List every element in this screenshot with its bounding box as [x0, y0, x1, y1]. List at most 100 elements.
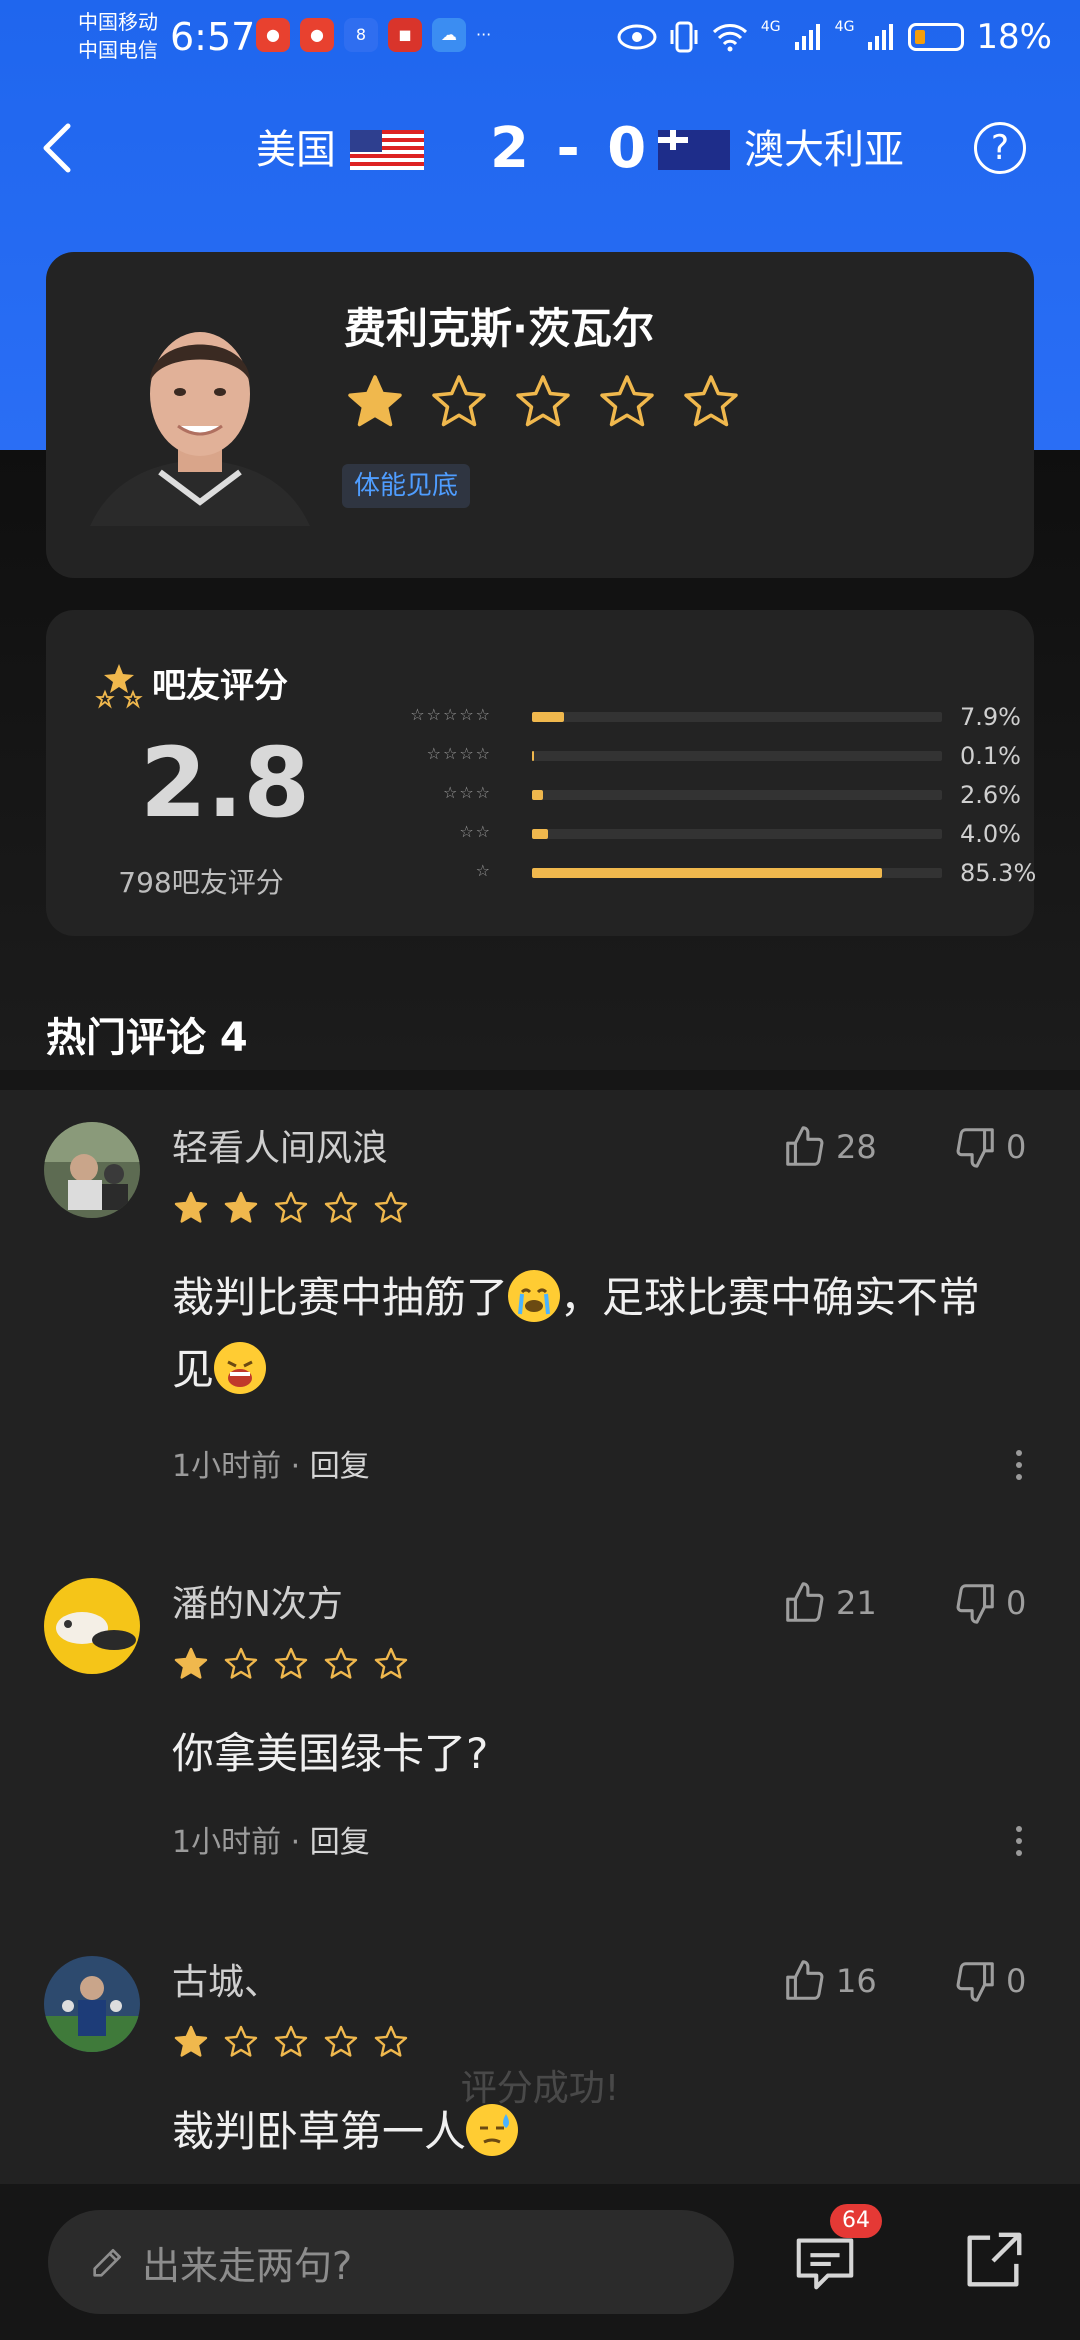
- star-filled-icon[interactable]: [344, 372, 406, 432]
- share-icon: [967, 2232, 1022, 2287]
- australia-flag-icon: [658, 130, 730, 170]
- distribution-row-3: ☆☆☆ 2.6%: [346, 780, 1026, 819]
- star-outline-icon[interactable]: [680, 372, 742, 432]
- thumbs-up-icon: [786, 1582, 824, 1622]
- bank-icon: ◼: [388, 18, 422, 52]
- dislike-button[interactable]: 0: [952, 1580, 1026, 1626]
- distribution-fill: [532, 868, 882, 878]
- distribution-fill: [532, 829, 549, 839]
- battery-percent: 18%: [976, 17, 1052, 57]
- distribution-percent: 85.3%: [960, 859, 1037, 887]
- comment-list[interactable]: 轻看人间风浪 28 0 裁判比赛中抽筋了 ，足球比赛中确实不常见 1小时前 · 回…: [0, 1090, 1080, 2184]
- weather-icon: ☁: [432, 18, 466, 52]
- comment-item: 古城、 16 0 裁判卧草第一人: [0, 1924, 1080, 2184]
- star-outline-icon: [274, 1647, 308, 1679]
- more-options-button[interactable]: [1016, 1826, 1024, 1862]
- dot-separator: ·: [290, 1825, 310, 1860]
- notification-icons: ● ● 8 ◼ ☁ ···: [256, 18, 491, 52]
- distribution-percent: 0.1%: [960, 742, 1021, 770]
- dislike-button[interactable]: 0: [952, 1958, 1026, 2004]
- like-button[interactable]: 21: [782, 1580, 877, 1626]
- more-options-button[interactable]: [1016, 1450, 1024, 1486]
- star-filled-icon: [174, 1191, 208, 1223]
- toast-message: 评分成功!: [460, 2068, 620, 2109]
- player-card: 费利克斯·茨瓦尔 体能见底: [46, 252, 1034, 578]
- distribution-row-5: ☆☆☆☆☆ 7.9%: [346, 702, 1026, 741]
- player-tag: 体能见底: [342, 464, 471, 508]
- star-outline-icon: [374, 1191, 408, 1223]
- thumbs-down-icon: [956, 1584, 994, 1624]
- distribution-bar: [532, 829, 942, 839]
- weibo-icon: ●: [300, 18, 334, 52]
- distribution-stars: ☆☆: [459, 822, 492, 841]
- comment-rating-stars: [172, 1646, 410, 1682]
- stars-cluster-icon: [95, 664, 143, 709]
- fan-rating-header: 吧友评分: [94, 662, 288, 710]
- distribution-row-1: ☆ 85.3%: [346, 858, 1037, 897]
- match-score: 2 - 0: [490, 116, 651, 181]
- star-outline-icon: [274, 1191, 308, 1223]
- like-button[interactable]: 28: [782, 1124, 877, 1170]
- comment-text: 你拿美国绿卡了?: [172, 1718, 1012, 1790]
- star-filled-icon: [174, 1647, 208, 1679]
- dislike-button[interactable]: 0: [952, 1124, 1026, 1170]
- star-outline-icon[interactable]: [596, 372, 658, 432]
- comment-username[interactable]: 轻看人间风浪: [172, 1124, 388, 1174]
- player-name: 费利克斯·茨瓦尔: [344, 304, 654, 353]
- chevron-left-icon: [43, 123, 71, 173]
- fan-rating-title: 吧友评分: [152, 666, 288, 706]
- distribution-bar: [532, 868, 942, 878]
- carrier-labels: 中国移动 中国电信: [78, 8, 158, 64]
- distribution-stars: ☆: [475, 861, 492, 880]
- comment-username[interactable]: 古城、: [172, 1958, 280, 2008]
- distribution-stars: ☆☆☆☆☆: [410, 705, 492, 724]
- comment-text-part: 裁判卧草第一人: [172, 2107, 467, 2156]
- avatar[interactable]: [44, 1956, 140, 2052]
- grinning-face-emoji-icon: [214, 1342, 267, 1394]
- comment-username[interactable]: 潘的N次方: [172, 1580, 343, 1630]
- distribution-bar: [532, 712, 942, 722]
- comment-input[interactable]: 出来走两句?: [48, 2210, 734, 2314]
- star-outline-icon: [224, 1647, 258, 1679]
- like-button[interactable]: 16: [782, 1958, 877, 2004]
- like-count: 16: [836, 1962, 877, 2000]
- help-button[interactable]: ?: [974, 122, 1026, 174]
- star-outline-icon: [324, 1191, 358, 1223]
- thumbs-up-icon: [786, 1960, 824, 2000]
- battery-icon: [908, 23, 965, 51]
- distribution-percent: 4.0%: [960, 820, 1021, 848]
- comment-text-part: 裁判比赛中抽筋了: [172, 1273, 509, 1322]
- home-team-name: 美国: [256, 127, 336, 173]
- distribution-bar: [532, 751, 942, 761]
- player-rating-stars[interactable]: [344, 372, 742, 432]
- comment-text: 裁判比赛中抽筋了 ，足球比赛中确实不常见: [172, 1262, 1012, 1406]
- star-outline-icon[interactable]: [428, 372, 490, 432]
- star-filled-icon: [174, 2025, 208, 2057]
- status-right: 4G 4G 18%: [617, 12, 1052, 62]
- avatar[interactable]: [44, 1578, 140, 1674]
- comment-item: 轻看人间风浪 28 0 裁判比赛中抽筋了 ，足球比赛中确实不常见 1小时前 · 回…: [0, 1090, 1080, 1546]
- distribution-fill: [532, 751, 535, 761]
- reply-button[interactable]: 回复: [310, 1825, 370, 1860]
- network-label-2: 4G: [834, 19, 855, 35]
- share-button[interactable]: [958, 2226, 1028, 2296]
- comment-rating-stars: [172, 1190, 410, 1226]
- clock: 6:57: [170, 15, 256, 59]
- reply-button[interactable]: 回复: [310, 1449, 370, 1484]
- comment-meta: 1小时前 · 回复: [172, 1822, 370, 1864]
- star-outline-icon[interactable]: [512, 372, 574, 432]
- avatar[interactable]: [44, 1122, 140, 1218]
- back-button[interactable]: [30, 118, 90, 178]
- average-score: 2.8: [140, 727, 311, 839]
- carrier-1: 中国移动: [78, 10, 158, 34]
- star-outline-icon: [324, 2025, 358, 2057]
- eye-icon: [617, 24, 657, 50]
- distribution-percent: 2.6%: [960, 781, 1021, 809]
- star-outline-icon: [274, 2025, 308, 2057]
- star-outline-icon: [374, 2025, 408, 2057]
- rating-distribution: ☆☆☆☆☆ 7.9% ☆☆☆☆ 0.1% ☆☆☆ 2.6% ☆☆ 4.0% ☆ …: [346, 702, 1037, 897]
- dislike-count: 0: [1006, 1962, 1027, 2000]
- away-team-name: 澳大利亚: [744, 127, 904, 173]
- star-filled-icon: [224, 1191, 258, 1223]
- comment-time: 1小时前: [172, 1449, 282, 1484]
